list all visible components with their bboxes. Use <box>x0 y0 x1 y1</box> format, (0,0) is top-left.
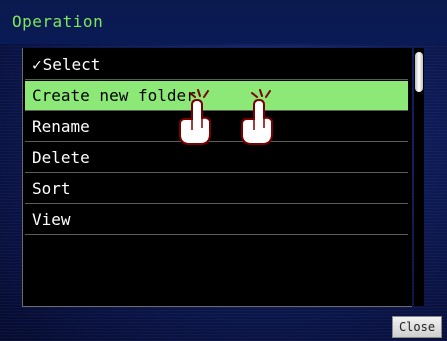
camera-screen: Operation ✓Select Create new folder Rena… <box>0 0 447 341</box>
menu-item-sort[interactable]: Sort <box>25 174 408 204</box>
check-icon: ✓ <box>32 55 42 74</box>
menu-item-rename[interactable]: Rename <box>25 112 408 142</box>
menu-item-select[interactable]: ✓Select <box>25 50 408 80</box>
menu-scrollbar[interactable] <box>414 48 424 306</box>
menu-item-label: Delete <box>32 148 90 167</box>
menu-item-label: Select <box>42 55 101 74</box>
menu-item-create-new-folder[interactable]: Create new folder <box>25 81 408 111</box>
tap-hand-icon <box>241 89 273 145</box>
menu-item-label: Rename <box>32 117 90 136</box>
menu-item-label: View <box>32 210 71 229</box>
scroll-thumb[interactable] <box>415 52 423 92</box>
menu-item-view[interactable]: View <box>25 205 408 235</box>
title-bar: Operation <box>0 0 447 44</box>
page-title: Operation <box>12 12 104 31</box>
menu-item-label: Create new folder <box>32 86 196 105</box>
operation-menu: ✓Select Create new folder Rename Delete … <box>22 48 412 307</box>
menu-item-label: Sort <box>32 179 71 198</box>
tap-hand-icon <box>179 89 211 145</box>
close-button[interactable]: Close <box>392 316 442 338</box>
menu-item-delete[interactable]: Delete <box>25 143 408 173</box>
